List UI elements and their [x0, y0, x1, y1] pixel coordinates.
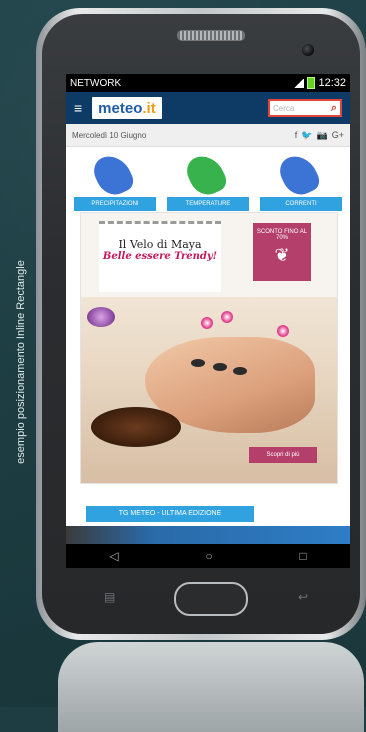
map-label[interactable]: PRECIPITAZIONI	[74, 197, 156, 211]
hamburger-icon[interactable]: ≡	[74, 101, 82, 115]
tg-meteo-button[interactable]: TG METEO - ULTIMA EDIZIONE	[86, 506, 254, 522]
italy-map-shape	[89, 153, 137, 197]
map-card-temperature[interactable]: TEMPERATURE	[167, 153, 249, 211]
menu-hardware-icon[interactable]: ▤	[104, 590, 115, 604]
meteo-logo[interactable]: meteo .it	[92, 97, 162, 119]
googleplus-icon[interactable]: G+	[332, 130, 344, 141]
stone-icon	[233, 367, 247, 375]
site-header: ≡ meteo .it Cerca ⌕	[66, 92, 350, 124]
map-label[interactable]: TEMPERATURE	[167, 197, 249, 211]
italy-map-image	[167, 153, 249, 197]
bowl-icon	[87, 307, 115, 327]
italy-map-shape	[182, 153, 230, 197]
butterfly-icon: ❦	[274, 245, 290, 265]
map-card-precipitazioni[interactable]: PRECIPITAZIONI	[74, 153, 156, 211]
clock: 12:32	[318, 77, 346, 89]
search-input[interactable]: Cerca ⌕	[268, 99, 342, 117]
camera-icon	[302, 44, 314, 56]
side-caption: esempio posizionamento Inline Rectangle	[15, 260, 27, 464]
phone-dock	[58, 642, 364, 732]
phone-body: NETWORK 12:32 ≡ meteo .it Cerca ⌕ Mercol…	[42, 14, 360, 634]
orchid-icon	[221, 311, 233, 323]
facebook-icon[interactable]: f	[295, 130, 298, 141]
orchid-icon	[277, 325, 289, 337]
back-hardware-icon[interactable]: ↩	[298, 590, 308, 604]
speaker-grille	[177, 30, 245, 41]
ad-badge-text: SCONTO FINO AL 70%	[256, 229, 308, 241]
map-label[interactable]: CORRENTI	[260, 197, 342, 211]
orchid-icon	[201, 317, 213, 329]
logo-text: meteo	[98, 99, 143, 117]
italy-map-shape	[275, 153, 323, 197]
stone-icon	[191, 359, 205, 367]
recents-icon[interactable]: □	[299, 549, 306, 563]
ad-cta-button[interactable]: Scopri di più	[249, 447, 317, 463]
phone-frame: NETWORK 12:32 ≡ meteo .it Cerca ⌕ Mercol…	[36, 8, 366, 640]
ad-hair-image	[91, 407, 181, 447]
signal-icon	[294, 78, 305, 88]
date-bar: Mercoledì 10 Giugno f 🐦 📷 G+	[66, 124, 350, 147]
android-nav-bar: ◁ ○ □	[66, 544, 350, 568]
battery-icon	[307, 77, 316, 89]
twitter-icon[interactable]: 🐦	[301, 130, 312, 141]
home-hardware-button[interactable]	[174, 582, 248, 616]
phone-screen: NETWORK 12:32 ≡ meteo .it Cerca ⌕ Mercol…	[66, 74, 350, 568]
search-placeholder: Cerca	[273, 103, 295, 113]
social-icons: f 🐦 📷 G+	[295, 130, 344, 141]
back-icon[interactable]: ◁	[109, 549, 118, 563]
inline-rectangle-ad[interactable]: Il Velo di Maya Belle essere Trendy! SCO…	[80, 212, 338, 484]
search-icon[interactable]: ⌕	[331, 102, 337, 115]
status-right: 12:32	[294, 77, 346, 89]
italy-map-image	[74, 153, 156, 197]
date-text: Mercoledì 10 Giugno	[72, 130, 147, 140]
news-strip-image[interactable]	[66, 526, 350, 546]
italy-map-image	[260, 153, 342, 197]
instagram-icon[interactable]: 📷	[317, 130, 328, 141]
map-card-correnti[interactable]: CORRENTI	[260, 153, 342, 211]
ad-spa-photo: Scopri di più	[81, 297, 337, 483]
logo-suffix: .it	[142, 99, 156, 117]
ad-title: Il Velo di Maya	[118, 238, 202, 251]
maps-row: PRECIPITAZIONI TEMPERATURE CORRENTI	[66, 147, 350, 211]
carrier-label: NETWORK	[70, 77, 122, 89]
stone-icon	[213, 363, 227, 371]
ad-title-tile: Il Velo di Maya Belle essere Trendy!	[99, 221, 221, 292]
home-icon[interactable]: ○	[205, 549, 212, 563]
ad-discount-badge: SCONTO FINO AL 70% ❦	[253, 223, 311, 281]
ad-tagline: Belle essere Trendy!	[102, 251, 218, 262]
status-bar: NETWORK 12:32	[66, 74, 350, 92]
